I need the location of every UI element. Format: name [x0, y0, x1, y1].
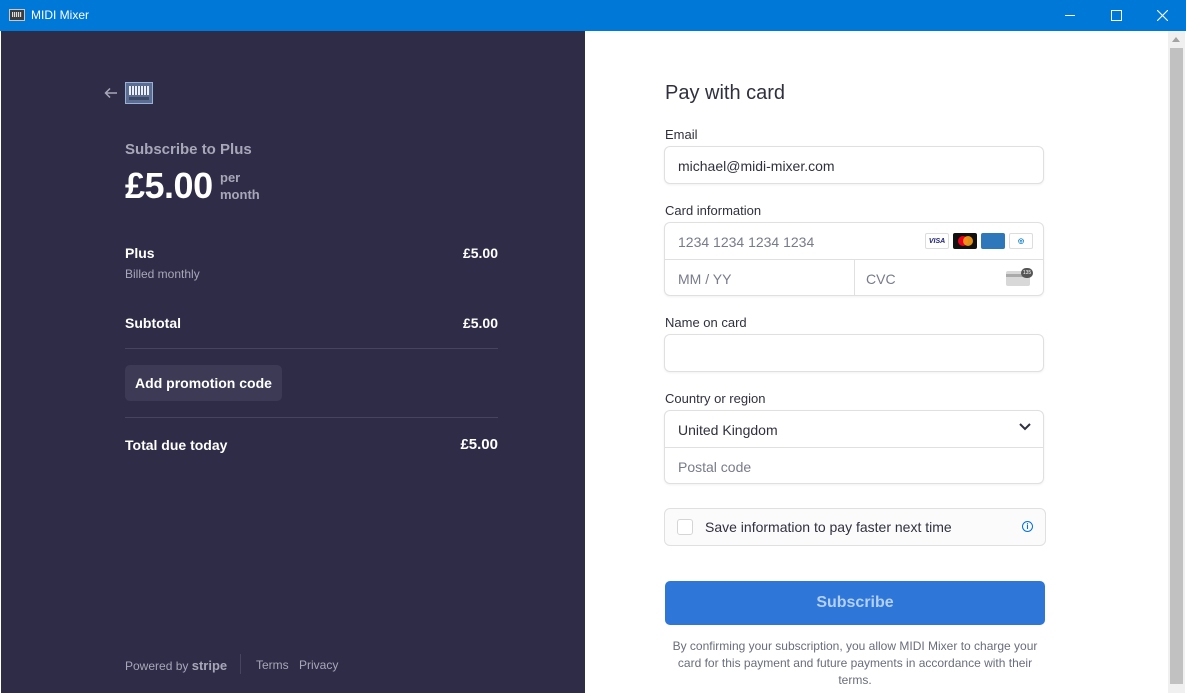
card-information-group: 1234 1234 1234 1234 VISA ◎ MM / YY CVC	[664, 222, 1044, 296]
terms-link[interactable]: Terms	[256, 658, 289, 672]
price: £5.00	[125, 165, 213, 206]
cvc-input[interactable]: CVC	[855, 260, 1043, 296]
back-arrow-icon[interactable]	[103, 85, 119, 101]
add-promotion-code-button[interactable]: Add promotion code	[125, 365, 282, 401]
expiry-placeholder: MM / YY	[678, 271, 732, 287]
billing-period: per month	[220, 169, 280, 203]
powered-by-stripe[interactable]: Powered by stripe	[125, 658, 227, 673]
save-information-text: Save information to pay faster next time	[705, 519, 952, 535]
subtotal-amount: £5.00	[462, 315, 498, 331]
line-item-name: Plus	[125, 245, 155, 261]
footer-divider	[240, 654, 241, 674]
stripe-logo: stripe	[191, 658, 228, 673]
window-title: MIDI Mixer	[31, 8, 89, 22]
country-label: Country or region	[665, 391, 766, 406]
postal-code-placeholder: Postal code	[678, 459, 752, 475]
line-item-amount: £5.00	[462, 245, 498, 261]
scroll-up-arrow-icon[interactable]	[1172, 37, 1180, 42]
legal-text: By confirming your subscription, you all…	[672, 639, 1038, 687]
minimize-button[interactable]	[1047, 0, 1093, 31]
app-icon	[9, 9, 25, 21]
email-field[interactable]: michael@midi-mixer.com	[664, 146, 1044, 184]
form-title: Pay with card	[665, 82, 786, 104]
close-button[interactable]	[1139, 0, 1185, 31]
order-summary-panel: Subscribe to Plus £5.00 per month Plus £…	[1, 31, 585, 693]
amex-icon	[981, 233, 1005, 249]
divider	[125, 417, 498, 418]
line-item-billing: Billed monthly	[125, 267, 200, 281]
total-amount: £5.00	[460, 436, 498, 453]
name-on-card-field[interactable]	[664, 334, 1044, 372]
chevron-down-icon	[1019, 423, 1031, 431]
email-value: michael@midi-mixer.com	[678, 158, 835, 174]
vertical-scrollbar[interactable]	[1168, 31, 1185, 693]
divider	[125, 348, 498, 349]
country-value: United Kingdom	[678, 422, 778, 438]
scroll-thumb[interactable]	[1170, 48, 1183, 684]
midi-mixer-logo-icon	[125, 82, 153, 104]
title-bar: MIDI Mixer	[0, 0, 1186, 31]
mastercard-icon	[953, 233, 977, 249]
close-icon	[1156, 10, 1168, 21]
diners-club-icon: ◎	[1009, 233, 1033, 249]
expiry-input[interactable]: MM / YY	[665, 260, 854, 296]
visa-icon: VISA	[925, 233, 949, 249]
country-postal-group: United Kingdom Postal code	[664, 410, 1044, 484]
minimize-icon	[1065, 15, 1075, 16]
name-on-card-label: Name on card	[665, 315, 747, 330]
save-information-checkbox[interactable]	[677, 519, 693, 535]
billing-period-line2: month	[220, 187, 260, 202]
maximize-button[interactable]	[1093, 0, 1139, 31]
cvc-card-icon	[1006, 268, 1033, 286]
card-number-input[interactable]: 1234 1234 1234 1234 VISA ◎	[665, 223, 1043, 259]
save-information-option[interactable]: Save information to pay faster next time…	[664, 508, 1046, 546]
billing-period-line1: per	[220, 170, 241, 185]
email-label: Email	[665, 127, 698, 142]
total-label: Total due today	[125, 437, 228, 453]
country-select[interactable]: United Kingdom	[665, 411, 1043, 447]
subscribe-button[interactable]: Subscribe	[665, 581, 1045, 625]
subscription-name: Subscribe to Plus	[125, 141, 252, 158]
card-brands: VISA ◎	[925, 233, 1033, 249]
subtotal-label: Subtotal	[125, 315, 181, 331]
payment-form: Pay with card Email michael@midi-mixer.c…	[585, 31, 1168, 693]
postal-code-input[interactable]: Postal code	[665, 448, 1043, 484]
maximize-icon	[1110, 10, 1122, 21]
info-icon[interactable]: i	[1022, 521, 1033, 532]
powered-by-text: Powered by	[125, 659, 189, 673]
cvc-placeholder: CVC	[866, 271, 896, 287]
card-information-label: Card information	[665, 203, 762, 218]
card-number-placeholder: 1234 1234 1234 1234	[678, 234, 815, 250]
privacy-link[interactable]: Privacy	[299, 658, 338, 672]
